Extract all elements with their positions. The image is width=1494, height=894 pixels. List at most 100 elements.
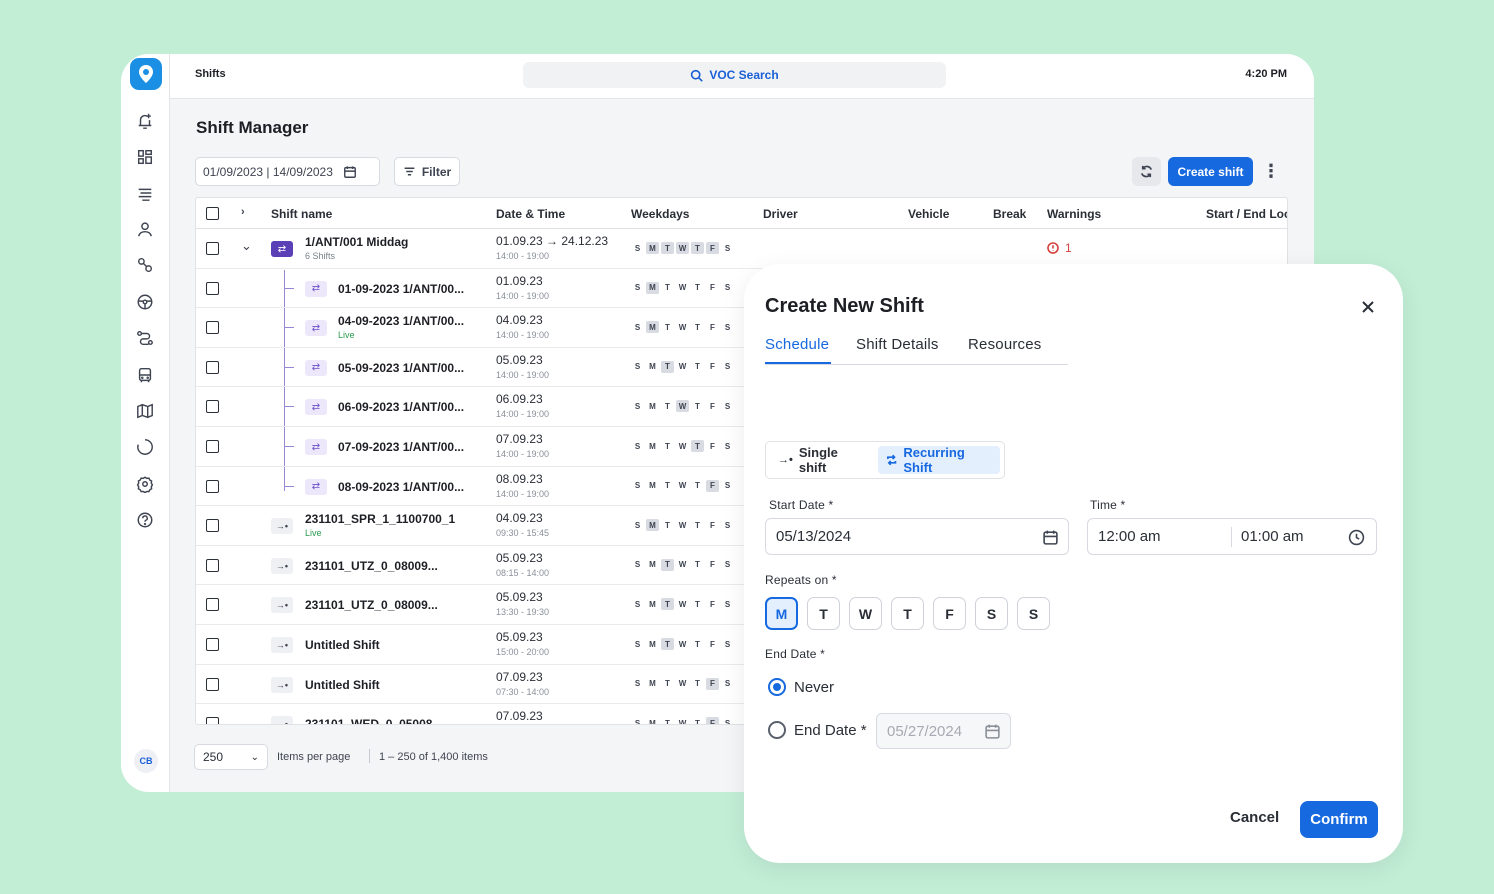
weekday-chip: M — [649, 639, 656, 649]
shift-name[interactable]: Untitled Shift — [305, 678, 380, 692]
settings-icon[interactable] — [135, 474, 155, 494]
tree-branch — [284, 406, 294, 408]
tab-shift-details[interactable]: Shift Details — [856, 336, 939, 353]
path-icon[interactable] — [135, 328, 155, 348]
row-checkbox[interactable] — [206, 321, 219, 335]
recurring-shift-icon: ⇄ — [305, 399, 327, 416]
collapse-chevron-icon[interactable]: ⌄ — [241, 238, 252, 254]
col-shift-name[interactable]: Shift name — [271, 207, 332, 221]
shift-name[interactable]: Untitled Shift — [305, 638, 380, 652]
list-icon[interactable] — [135, 183, 155, 203]
date-range-picker[interactable]: 01/09/2023 | 14/09/2023 — [195, 157, 380, 186]
row-checkbox[interactable] — [206, 242, 219, 255]
shift-name[interactable]: 231101_UTZ_0_08009... — [305, 598, 438, 612]
row-checkbox[interactable] — [206, 598, 219, 612]
row-checkbox[interactable] — [206, 360, 219, 374]
shift-name[interactable]: 231101_UTZ_0_08009... — [305, 559, 438, 573]
weekday-indicators: SMTWTFS — [631, 479, 734, 492]
row-checkbox[interactable] — [206, 519, 219, 533]
steering-wheel-icon[interactable] — [135, 292, 155, 312]
row-checkbox[interactable] — [206, 558, 219, 572]
row-checkbox[interactable] — [206, 717, 219, 724]
end-date-radio[interactable] — [768, 721, 786, 739]
weekday-chip: S — [634, 560, 641, 570]
row-checkbox[interactable] — [206, 440, 219, 453]
close-icon[interactable] — [1358, 297, 1378, 317]
live-status: Live — [305, 528, 322, 539]
single-shift-icon: →• — [271, 637, 293, 653]
col-vehicle[interactable]: Vehicle — [908, 207, 949, 221]
bus-icon[interactable] — [135, 365, 155, 385]
logo[interactable] — [130, 58, 162, 90]
dashboard-icon[interactable] — [135, 147, 155, 167]
user-icon[interactable] — [135, 219, 155, 239]
never-radio[interactable] — [768, 678, 786, 696]
search-bar[interactable]: VOC Search — [523, 62, 946, 88]
end-date-field[interactable]: 05/27/2024 — [876, 713, 1011, 749]
shift-name[interactable]: 01-09-2023 1/ANT/00... — [338, 282, 464, 296]
recurring-shift-option[interactable]: Recurring Shift — [878, 445, 1000, 475]
create-shift-button[interactable]: Create shift — [1168, 157, 1253, 186]
time-start-value[interactable]: 12:00 am — [1098, 528, 1161, 545]
expand-all-icon[interactable]: › — [241, 206, 245, 218]
repeat-day-toggle[interactable]: F — [933, 597, 966, 630]
shift-name[interactable]: 07-09-2023 1/ANT/00... — [338, 440, 464, 454]
live-status: Live — [338, 330, 355, 341]
shift-name[interactable]: 04-09-2023 1/ANT/00... — [338, 314, 464, 328]
col-weekdays[interactable]: Weekdays — [631, 207, 689, 221]
start-date-field[interactable]: 05/13/2024 — [765, 518, 1069, 555]
shift-name[interactable]: 231101_SPR_1_1100700_1 — [305, 512, 455, 526]
col-driver[interactable]: Driver — [763, 207, 798, 221]
repeat-day-toggle[interactable]: T — [807, 597, 840, 630]
time-range-field[interactable]: 12:00 am 01:00 am — [1087, 518, 1377, 555]
more-options-icon[interactable]: ⋮ — [1261, 157, 1281, 186]
confirm-button[interactable]: Confirm — [1300, 801, 1378, 838]
shift-name[interactable]: 231101_WED_0_05008... — [305, 717, 442, 724]
time-end-value[interactable]: 01:00 am — [1241, 528, 1304, 545]
tree-branch — [284, 485, 294, 487]
shift-time: 15:00 - 20:00 — [496, 647, 550, 657]
repeat-day-toggle[interactable]: S — [1017, 597, 1050, 630]
shift-name[interactable]: 1/ANT/001 Middag — [305, 235, 408, 249]
shift-name[interactable]: 06-09-2023 1/ANT/00... — [338, 400, 464, 414]
weekday-chip: T — [661, 558, 674, 571]
filter-button[interactable]: Filter — [394, 157, 460, 186]
col-warnings[interactable]: Warnings — [1047, 207, 1101, 221]
col-date-time[interactable]: Date & Time — [496, 207, 565, 221]
map-icon[interactable] — [135, 401, 155, 421]
row-checkbox[interactable] — [206, 479, 219, 493]
single-shift-icon: →• — [271, 518, 293, 535]
route-icon[interactable] — [135, 255, 155, 275]
recurring-shift-icon: ⇄ — [305, 359, 327, 376]
repeat-day-toggle[interactable]: M — [765, 597, 798, 630]
table-row[interactable]: ⌄ ⇄ 1/ANT/001 Middag 6 Shifts 01.09.23 → 24.… — [196, 229, 1287, 269]
items-per-page-select[interactable]: 250 ⌄ — [194, 744, 268, 770]
arrow-right-icon: →• — [778, 454, 793, 466]
shift-count: 6 Shifts — [305, 251, 336, 261]
col-start-end-loc[interactable]: Start / End Loc — [1206, 207, 1287, 221]
row-checkbox[interactable] — [206, 638, 219, 651]
never-label: Never — [794, 679, 835, 696]
col-break[interactable]: Break — [993, 207, 1026, 221]
weekday-chip: F — [710, 362, 715, 372]
weekday-chip: T — [665, 441, 670, 451]
row-checkbox[interactable] — [206, 677, 219, 691]
tab-schedule[interactable]: Schedule — [765, 336, 829, 353]
warning-indicator[interactable]: 1 — [1047, 241, 1072, 255]
single-shift-option[interactable]: →• Single shift — [770, 445, 872, 475]
repeat-day-toggle[interactable]: W — [849, 597, 882, 630]
repeat-day-toggle[interactable]: T — [891, 597, 924, 630]
row-checkbox[interactable] — [206, 400, 219, 414]
loader-icon[interactable] — [135, 437, 155, 457]
help-icon[interactable] — [135, 510, 155, 530]
cancel-button[interactable]: Cancel — [1230, 809, 1279, 826]
refresh-button[interactable] — [1132, 157, 1161, 186]
shift-name[interactable]: 05-09-2023 1/ANT/00... — [338, 361, 464, 375]
shift-name[interactable]: 08-09-2023 1/ANT/00... — [338, 480, 464, 494]
bell-plus-icon[interactable] — [135, 111, 155, 131]
avatar[interactable]: CB — [134, 749, 158, 773]
tab-resources[interactable]: Resources — [968, 336, 1042, 353]
select-all-checkbox[interactable] — [206, 207, 219, 220]
repeat-day-toggle[interactable]: S — [975, 597, 1008, 630]
row-checkbox[interactable] — [206, 281, 219, 295]
